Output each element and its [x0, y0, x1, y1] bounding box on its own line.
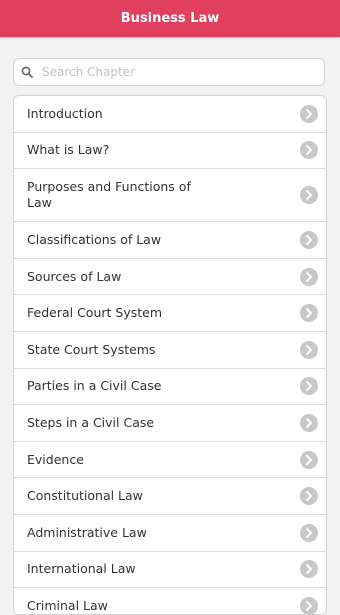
chevron-right-icon[interactable] [300, 340, 318, 359]
search-bar[interactable] [13, 58, 325, 86]
list-item-label: Introduction [27, 105, 103, 121]
chevron-right-icon[interactable] [300, 267, 318, 286]
list-item-label: State Court Systems [27, 341, 156, 357]
chevron-right-icon[interactable] [300, 523, 318, 542]
chevron-right-icon[interactable] [300, 304, 318, 323]
list-item[interactable]: Federal Court System [14, 295, 326, 332]
list-item-label: International Law [27, 561, 136, 577]
chevron-right-icon[interactable] [300, 560, 318, 579]
list-item-label: Classifications of Law [27, 231, 162, 247]
list-item[interactable]: Steps in a Civil Case [14, 405, 326, 442]
list-item[interactable]: Criminal Law [14, 588, 326, 614]
list-item-label: Constitutional Law [27, 488, 143, 504]
list-item-label: Sources of Law [27, 268, 122, 284]
list-item[interactable]: Introduction [14, 96, 326, 133]
chapter-list: Introduction What is Law? Purposes and F… [13, 95, 327, 615]
chevron-right-icon[interactable] [300, 141, 318, 160]
list-item-label: Administrative Law [27, 524, 147, 540]
search-input[interactable] [38, 65, 324, 79]
list-item[interactable]: Administrative Law [14, 515, 326, 552]
list-item[interactable]: State Court Systems [14, 332, 326, 369]
app-title: Business Law [120, 11, 220, 26]
chevron-right-icon[interactable] [300, 186, 318, 205]
list-item[interactable]: Parties in a Civil Case [14, 369, 326, 406]
list-item-label: Parties in a Civil Case [27, 378, 162, 394]
list-item[interactable]: Evidence [14, 442, 326, 479]
search-icon [16, 66, 38, 78]
list-item-label: Evidence [27, 451, 84, 467]
chevron-right-icon[interactable] [300, 450, 318, 469]
chevron-right-icon[interactable] [300, 413, 318, 432]
list-item-label: What is Law? [27, 142, 110, 158]
list-item[interactable]: Constitutional Law [14, 478, 326, 515]
list-item[interactable]: Classifications of Law [14, 222, 326, 259]
chevron-right-icon[interactable] [300, 487, 318, 506]
chevron-right-icon[interactable] [300, 104, 318, 123]
list-item-label: Purposes and Functions of Law [27, 179, 191, 211]
list-item-label: Steps in a Civil Case [27, 414, 155, 430]
app-header: Business Law [0, 0, 340, 37]
chevron-right-icon[interactable] [300, 230, 318, 249]
list-item[interactable]: Sources of Law [14, 259, 326, 296]
chevron-right-icon[interactable] [300, 377, 318, 396]
list-item[interactable]: What is Law? [14, 133, 326, 170]
list-item-label: Federal Court System [27, 305, 162, 321]
list-item[interactable]: Purposes and Functions of Law [14, 169, 326, 223]
list-item[interactable]: International Law [14, 552, 326, 589]
